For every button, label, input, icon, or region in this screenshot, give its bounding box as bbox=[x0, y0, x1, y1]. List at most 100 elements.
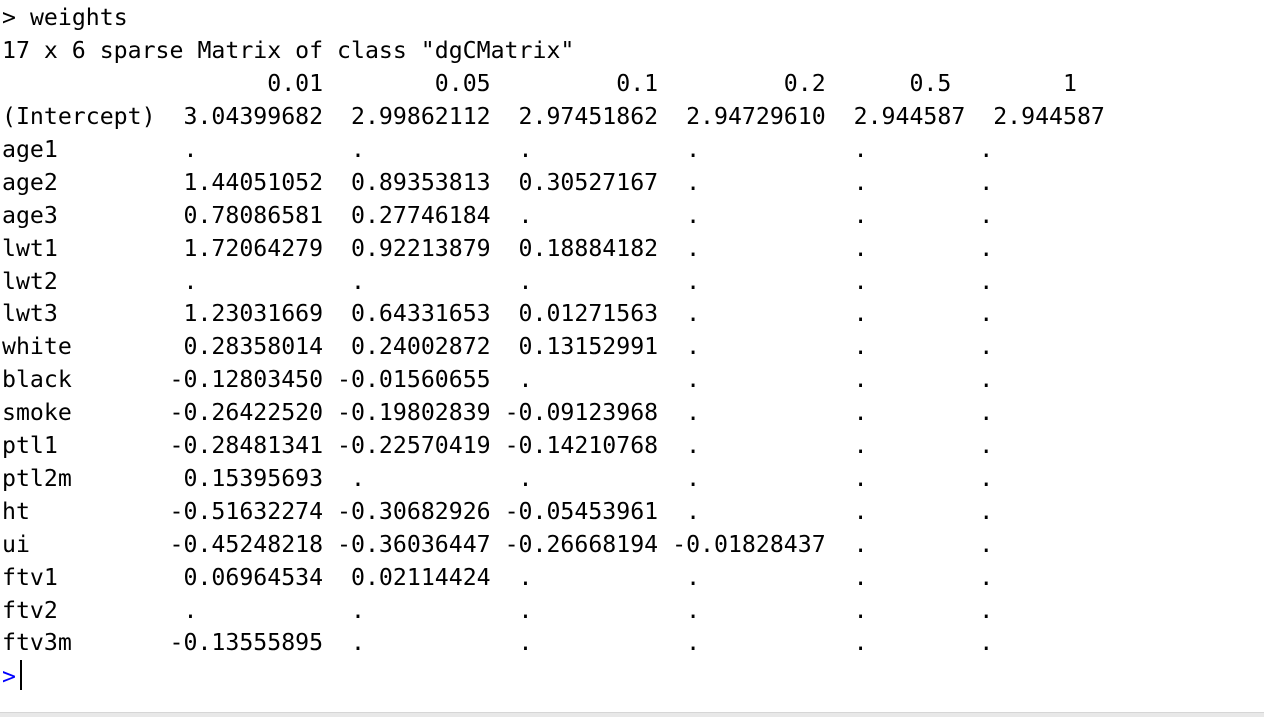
command-echo-line: > weights bbox=[2, 2, 128, 35]
matrix-cell: . bbox=[825, 201, 952, 229]
column-header-cell: 0.1 bbox=[490, 70, 659, 97]
matrix-cell: -0.30682926 bbox=[323, 497, 491, 525]
matrix-cell: . bbox=[825, 464, 952, 492]
matrix-cell: -0.05453961 bbox=[490, 497, 659, 525]
matrix-cell: . bbox=[323, 464, 491, 492]
matrix-cell: . bbox=[658, 168, 826, 196]
matrix-cell: 0.28358014 bbox=[155, 333, 324, 361]
matrix-cell: 1.23031669 bbox=[155, 300, 324, 328]
matrix-cell: . bbox=[951, 596, 1077, 624]
matrix-row: age1 . . . . . . bbox=[2, 134, 1077, 167]
command-text: weights bbox=[29, 4, 128, 31]
matrix-row: lwt2 . . . . . . bbox=[2, 266, 1077, 299]
matrix-cell: 0.01271563 bbox=[490, 300, 659, 328]
matrix-cell: . bbox=[951, 168, 1077, 196]
matrix-cell: . bbox=[323, 596, 491, 624]
matrix-row: (Intercept) 3.04399682 2.99862112 2.9745… bbox=[2, 101, 1105, 134]
matrix-cell: 0.30527167 bbox=[490, 168, 659, 196]
matrix-cell: . bbox=[658, 563, 826, 591]
matrix-cell: . bbox=[658, 497, 826, 525]
input-line[interactable]: > bbox=[2, 660, 22, 693]
matrix-row: black -0.12803450 -0.01560655 . . . . bbox=[2, 364, 1077, 397]
matrix-cell: 0.15395693 bbox=[155, 464, 324, 492]
matrix-row: age3 0.78086581 0.27746184 . . . . bbox=[2, 200, 1077, 233]
matrix-cell: . bbox=[951, 563, 1077, 591]
matrix-cell: -0.01560655 bbox=[323, 366, 491, 394]
matrix-row: smoke -0.26422520 -0.19802839 -0.0912396… bbox=[2, 397, 1077, 430]
matrix-cell: 2.99862112 bbox=[323, 103, 491, 130]
matrix-cell: 0.92213879 bbox=[323, 234, 491, 262]
row-name: smoke bbox=[2, 399, 156, 427]
column-header-cell: 0.5 bbox=[825, 70, 952, 97]
matrix-cell: -0.22570419 bbox=[323, 432, 491, 459]
matrix-cell: . bbox=[825, 399, 952, 427]
row-name: lwt2 bbox=[2, 267, 156, 295]
matrix-cell: . bbox=[658, 333, 826, 361]
row-name: lwt1 bbox=[2, 234, 156, 262]
matrix-cell: . bbox=[658, 234, 826, 262]
row-name: ptl2m bbox=[2, 464, 156, 492]
row-name: ui bbox=[2, 530, 156, 558]
matrix-cell: . bbox=[825, 333, 952, 361]
matrix-cell: . bbox=[825, 168, 952, 196]
matrix-cell: 2.944587 bbox=[825, 103, 966, 130]
matrix-cell: . bbox=[951, 201, 1077, 229]
r-console[interactable]: > weights 17 x 6 sparse Matrix of class … bbox=[0, 0, 1264, 712]
matrix-cell: . bbox=[658, 267, 826, 295]
matrix-cell: . bbox=[658, 399, 826, 427]
matrix-cell: . bbox=[658, 629, 826, 657]
matrix-cell: . bbox=[825, 432, 952, 459]
matrix-row: lwt1 1.72064279 0.92213879 0.18884182 . … bbox=[2, 233, 1077, 266]
column-header-cell: 0.05 bbox=[323, 70, 491, 97]
matrix-row: age2 1.44051052 0.89353813 0.30527167 . … bbox=[2, 167, 1077, 200]
matrix-cell: . bbox=[323, 135, 491, 163]
matrix-cell: -0.45248218 bbox=[155, 530, 324, 558]
matrix-cell: . bbox=[490, 135, 659, 163]
matrix-cell: -0.14210768 bbox=[490, 432, 659, 459]
matrix-cell: -0.01828437 bbox=[658, 530, 826, 558]
matrix-cell: -0.19802839 bbox=[323, 399, 491, 427]
matrix-row: ftv3m -0.13555895 . . . . . bbox=[2, 627, 1077, 660]
matrix-cell: . bbox=[825, 563, 952, 591]
matrix-cell: . bbox=[490, 267, 659, 295]
matrix-cell: . bbox=[490, 563, 659, 591]
matrix-cell: . bbox=[951, 432, 1077, 459]
matrix-cell: . bbox=[155, 596, 324, 624]
matrix-cell: . bbox=[490, 201, 659, 229]
matrix-cell: 0.78086581 bbox=[155, 201, 324, 229]
matrix-cell: . bbox=[658, 300, 826, 328]
matrix-cell: 0.89353813 bbox=[323, 168, 491, 196]
matrix-cell: 0.24002872 bbox=[323, 333, 491, 361]
command-prompt: > bbox=[2, 4, 16, 31]
row-name: age1 bbox=[2, 135, 156, 163]
matrix-cell: . bbox=[951, 366, 1077, 394]
matrix-cell: -0.28481341 bbox=[155, 432, 324, 459]
console-bottom-border bbox=[0, 712, 1264, 717]
matrix-cell: -0.36036447 bbox=[323, 530, 491, 558]
column-header-cell: 1 bbox=[951, 70, 1077, 97]
matrix-cell: . bbox=[951, 267, 1077, 295]
row-name: age3 bbox=[2, 201, 156, 229]
matrix-row: ui -0.45248218 -0.36036447 -0.26668194 -… bbox=[2, 529, 1077, 562]
matrix-row: ftv1 0.06964534 0.02114424 . . . . bbox=[2, 562, 1077, 595]
matrix-cell: . bbox=[825, 497, 952, 525]
header-spacer bbox=[2, 70, 156, 97]
matrix-cell: -0.51632274 bbox=[155, 497, 324, 525]
matrix-description: 17 x 6 sparse Matrix of class "dgCMatrix… bbox=[2, 37, 575, 64]
row-name: (Intercept) bbox=[2, 103, 156, 130]
matrix-cell: . bbox=[951, 497, 1077, 525]
matrix-cell: . bbox=[490, 596, 659, 624]
matrix-cell: . bbox=[951, 399, 1077, 427]
matrix-cell: 1.44051052 bbox=[155, 168, 324, 196]
row-name: ptl1 bbox=[2, 432, 156, 459]
matrix-cell: . bbox=[658, 135, 826, 163]
matrix-cell: . bbox=[490, 366, 659, 394]
matrix-cell: -0.26668194 bbox=[490, 530, 659, 558]
matrix-cell: . bbox=[825, 629, 952, 657]
matrix-cell: 0.02114424 bbox=[323, 563, 491, 591]
matrix-row: lwt3 1.23031669 0.64331653 0.01271563 . … bbox=[2, 298, 1077, 331]
row-name: lwt3 bbox=[2, 300, 156, 328]
row-name: age2 bbox=[2, 168, 156, 196]
row-name: white bbox=[2, 333, 156, 361]
matrix-cell: -0.12803450 bbox=[155, 366, 324, 394]
